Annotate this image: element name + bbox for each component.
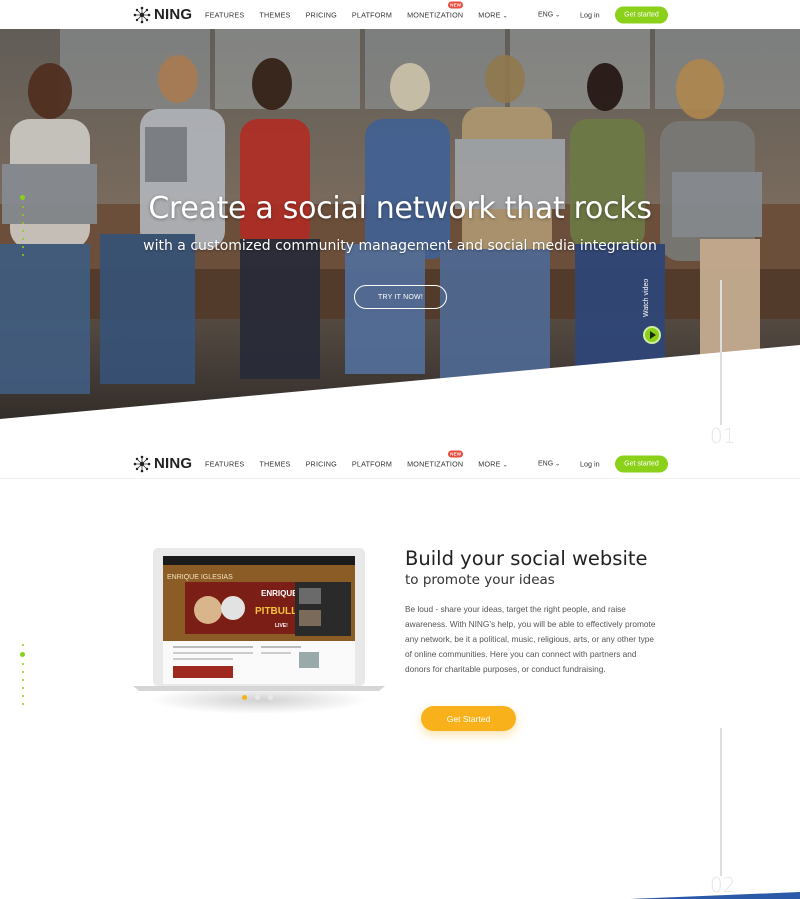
pager-dot[interactable]	[21, 254, 24, 256]
chevron-down-icon: ⌄	[502, 462, 508, 468]
menu-monetization[interactable]: MONETIZATION NEW	[407, 1, 464, 19]
pager-dot[interactable]	[21, 230, 24, 232]
screenshot-carousel	[242, 695, 273, 700]
menu-pricing[interactable]: PRICING	[306, 10, 337, 19]
menu-themes[interactable]: THEMES	[259, 459, 290, 468]
pager-dot[interactable]	[21, 206, 24, 208]
menu-more[interactable]: MORE ⌄	[478, 10, 508, 19]
screen-poster-guest: PITBULL	[255, 606, 297, 617]
top-navbar: NING FEATURES THEMES PRICING PLATFORM MO…	[0, 0, 800, 29]
section-scroll-line	[720, 280, 722, 425]
menu-monetization[interactable]: MONETIZATION NEW	[407, 450, 464, 468]
section-number: 01	[710, 424, 736, 448]
section-title: Build your social website	[405, 547, 648, 570]
screen-poster-tag: LIVE!	[275, 623, 288, 629]
carousel-dot[interactable]	[268, 695, 273, 700]
section-pager	[20, 195, 25, 256]
ning-logo-icon	[133, 6, 151, 23]
menu-more-label: MORE	[478, 459, 501, 468]
pager-dot[interactable]	[21, 687, 24, 689]
logo-text: NING	[154, 6, 193, 23]
chevron-down-icon: ⌄	[502, 13, 508, 19]
carousel-dot-active[interactable]	[242, 695, 247, 700]
pager-dot[interactable]	[21, 671, 24, 673]
section-subtitle: to promote your ideas	[405, 572, 555, 588]
menu-features[interactable]: FEATURES	[205, 459, 244, 468]
section-body: Be loud - share your ideas, target the r…	[405, 604, 656, 675]
laptop-mockup: ENRIQUE IGLESIAS ENRIQUE PITBULL LIVE!	[133, 548, 385, 714]
pager-dot[interactable]	[21, 246, 24, 248]
menu-platform[interactable]: PLATFORM	[352, 459, 392, 468]
language-label: ENG	[538, 11, 554, 18]
chevron-down-icon: ⌄	[555, 12, 561, 18]
menu-more-label: MORE	[478, 10, 501, 19]
language-select[interactable]: ENG ⌄	[538, 11, 560, 18]
menu-platform[interactable]: PLATFORM	[352, 10, 392, 19]
section-scroll-line	[720, 728, 722, 876]
login-link[interactable]: Log in	[580, 459, 600, 468]
hero-subtitle: with a customized community management a…	[143, 238, 657, 254]
pager-dot[interactable]	[21, 663, 24, 665]
try-it-now-button[interactable]: TRY IT NOW!	[354, 285, 447, 309]
get-started-cta-button[interactable]: Get Started	[421, 706, 516, 731]
watch-video-label[interactable]: Watch video	[643, 279, 650, 317]
logo[interactable]: NING	[133, 455, 192, 473]
logo-text: NING	[154, 455, 193, 472]
pager-dot[interactable]	[21, 703, 24, 705]
pager-dot-active[interactable]	[20, 195, 25, 200]
pager-dot[interactable]	[21, 679, 24, 681]
ning-logo-icon	[133, 455, 151, 472]
menu-pricing[interactable]: PRICING	[306, 459, 337, 468]
menu-more[interactable]: MORE ⌄	[478, 459, 508, 468]
menu-monetization-label: MONETIZATION	[407, 459, 464, 468]
language-select[interactable]: ENG ⌄	[538, 460, 560, 467]
carousel-dot[interactable]	[255, 695, 260, 700]
new-badge: NEW	[448, 1, 464, 8]
get-started-button[interactable]: Get started	[615, 455, 668, 472]
pager-dot[interactable]	[21, 214, 24, 216]
language-label: ENG	[538, 460, 554, 467]
pager-dot[interactable]	[21, 238, 24, 240]
pager-dot[interactable]	[21, 222, 24, 224]
play-icon	[650, 331, 656, 339]
play-video-button[interactable]	[643, 326, 661, 344]
section-pager	[20, 644, 25, 705]
pager-dot[interactable]	[21, 695, 24, 697]
hero-section: Create a social network that rocks with …	[0, 29, 800, 419]
pager-dot-active[interactable]	[20, 652, 25, 657]
screen-header-text: ENRIQUE IGLESIAS	[167, 574, 233, 581]
section-number: 02	[710, 873, 736, 897]
menu-monetization-label: MONETIZATION	[407, 10, 464, 19]
new-badge: NEW	[448, 450, 464, 457]
menu-features[interactable]: FEATURES	[205, 10, 244, 19]
main-menu: FEATURES THEMES PRICING PLATFORM MONETIZ…	[205, 450, 508, 468]
screen-poster-name: ENRIQUE	[261, 589, 298, 598]
chevron-down-icon: ⌄	[555, 461, 561, 467]
main-menu: FEATURES THEMES PRICING PLATFORM MONETIZ…	[205, 1, 508, 19]
sticky-navbar: NING FEATURES THEMES PRICING PLATFORM MO…	[0, 449, 800, 479]
hero-title: Create a social network that rocks	[148, 191, 652, 226]
menu-themes[interactable]: THEMES	[259, 10, 290, 19]
pager-dot[interactable]	[21, 644, 24, 646]
logo[interactable]: NING	[133, 6, 192, 24]
get-started-button[interactable]: Get started	[615, 6, 668, 23]
login-link[interactable]: Log in	[580, 10, 600, 19]
